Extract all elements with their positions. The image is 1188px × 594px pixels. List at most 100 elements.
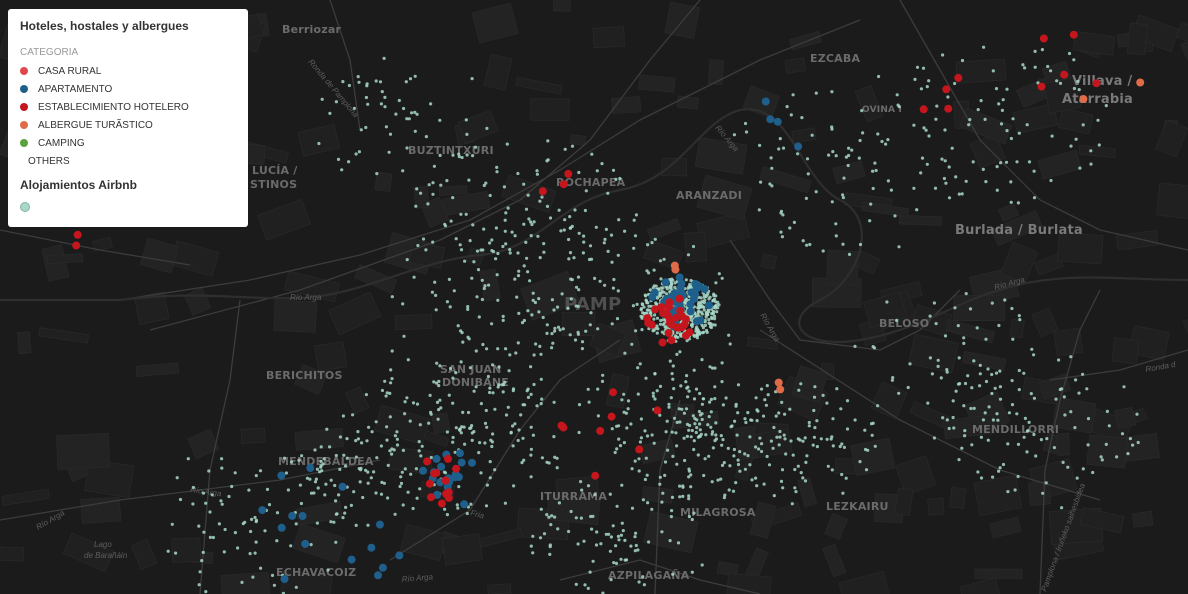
airbnb-point[interactable]: [510, 424, 515, 428]
airbnb-point[interactable]: [334, 499, 338, 503]
airbnb-point[interactable]: [960, 58, 965, 63]
airbnb-point[interactable]: [1131, 443, 1135, 447]
airbnb-point[interactable]: [390, 349, 394, 353]
airbnb-point[interactable]: [713, 323, 717, 327]
airbnb-point[interactable]: [943, 334, 948, 338]
airbnb-point[interactable]: [582, 539, 586, 543]
airbnb-point[interactable]: [719, 477, 723, 481]
airbnb-point[interactable]: [360, 441, 364, 445]
airbnb-point[interactable]: [275, 511, 280, 515]
airbnb-point[interactable]: [477, 315, 481, 319]
airbnb-point[interactable]: [658, 322, 663, 326]
airbnb-point[interactable]: [671, 572, 675, 576]
airbnb-point[interactable]: [1027, 160, 1032, 164]
legend-category-item[interactable]: ALBERGUE TURÃSTICO: [20, 116, 236, 134]
airbnb-point[interactable]: [336, 157, 341, 161]
airbnb-point[interactable]: [545, 331, 549, 335]
airbnb-point[interactable]: [664, 430, 668, 434]
airbnb-point[interactable]: [508, 251, 512, 255]
airbnb-point[interactable]: [984, 337, 988, 341]
airbnb-point[interactable]: [721, 403, 726, 407]
airbnb-point[interactable]: [436, 417, 440, 421]
airbnb-point[interactable]: [693, 422, 697, 426]
airbnb-point[interactable]: [596, 327, 600, 331]
airbnb-point[interactable]: [957, 192, 961, 196]
airbnb-point[interactable]: [542, 532, 547, 536]
airbnb-point[interactable]: [840, 472, 844, 477]
airbnb-point[interactable]: [581, 251, 586, 255]
airbnb-point[interactable]: [864, 468, 869, 472]
airbnb-point[interactable]: [424, 135, 428, 139]
airbnb-point[interactable]: [1005, 129, 1009, 133]
airbnb-point[interactable]: [508, 248, 512, 252]
airbnb-point[interactable]: [417, 440, 421, 444]
airbnb-point[interactable]: [540, 397, 544, 401]
airbnb-point[interactable]: [236, 546, 240, 550]
airbnb-point[interactable]: [557, 501, 562, 505]
airbnb-point[interactable]: [548, 552, 552, 557]
airbnb-point[interactable]: [488, 476, 492, 480]
airbnb-point[interactable]: [763, 398, 767, 402]
airbnb-point[interactable]: [464, 212, 468, 216]
airbnb-point[interactable]: [411, 506, 415, 511]
airbnb-point[interactable]: [708, 400, 712, 404]
hotel-point[interactable]: [609, 388, 617, 397]
airbnb-point[interactable]: [1044, 481, 1048, 485]
airbnb-point[interactable]: [650, 433, 654, 437]
airbnb-point[interactable]: [451, 153, 455, 157]
airbnb-point[interactable]: [526, 387, 530, 391]
airbnb-point[interactable]: [758, 143, 762, 147]
airbnb-point[interactable]: [957, 356, 961, 360]
airbnb-point[interactable]: [315, 521, 319, 525]
airbnb-point[interactable]: [782, 433, 786, 437]
airbnb-point[interactable]: [319, 445, 323, 449]
airbnb-point[interactable]: [369, 476, 373, 480]
airbnb-point[interactable]: [390, 452, 394, 456]
hotel-point[interactable]: [301, 539, 310, 548]
airbnb-point[interactable]: [671, 454, 675, 458]
airbnb-point[interactable]: [549, 523, 553, 527]
airbnb-point[interactable]: [513, 277, 517, 281]
airbnb-point[interactable]: [654, 301, 658, 305]
airbnb-point[interactable]: [380, 480, 384, 484]
airbnb-point[interactable]: [210, 493, 214, 497]
airbnb-point[interactable]: [248, 552, 252, 556]
hotel-point[interactable]: [564, 169, 573, 178]
airbnb-point[interactable]: [1026, 429, 1030, 433]
airbnb-point[interactable]: [717, 272, 721, 276]
airbnb-point[interactable]: [696, 312, 700, 316]
airbnb-point[interactable]: [332, 520, 336, 524]
airbnb-point[interactable]: [1096, 118, 1100, 122]
airbnb-point[interactable]: [803, 479, 808, 483]
airbnb-point[interactable]: [690, 428, 694, 433]
airbnb-point[interactable]: [545, 323, 549, 327]
airbnb-point[interactable]: [728, 464, 732, 468]
airbnb-point[interactable]: [1060, 506, 1064, 510]
hotel-point[interactable]: [1039, 34, 1048, 43]
airbnb-point[interactable]: [383, 379, 387, 383]
airbnb-point[interactable]: [634, 543, 638, 548]
airbnb-point[interactable]: [811, 443, 815, 447]
airbnb-point[interactable]: [704, 433, 708, 437]
airbnb-point[interactable]: [951, 399, 955, 403]
airbnb-point[interactable]: [577, 288, 581, 292]
airbnb-point[interactable]: [1000, 108, 1005, 112]
airbnb-point[interactable]: [538, 199, 542, 203]
airbnb-point[interactable]: [552, 400, 556, 404]
airbnb-point[interactable]: [629, 544, 633, 548]
airbnb-point[interactable]: [1058, 387, 1062, 392]
airbnb-point[interactable]: [447, 393, 451, 397]
airbnb-point[interactable]: [1022, 435, 1026, 439]
airbnb-point[interactable]: [567, 529, 571, 534]
airbnb-point[interactable]: [438, 398, 442, 402]
airbnb-point[interactable]: [454, 371, 458, 375]
airbnb-point[interactable]: [996, 418, 1000, 422]
airbnb-point[interactable]: [208, 535, 212, 540]
airbnb-point[interactable]: [488, 193, 492, 198]
airbnb-point[interactable]: [459, 360, 463, 364]
airbnb-point[interactable]: [579, 480, 583, 484]
airbnb-point[interactable]: [399, 475, 403, 479]
airbnb-point[interactable]: [675, 420, 679, 424]
airbnb-point[interactable]: [449, 219, 453, 223]
airbnb-point[interactable]: [1017, 131, 1021, 135]
